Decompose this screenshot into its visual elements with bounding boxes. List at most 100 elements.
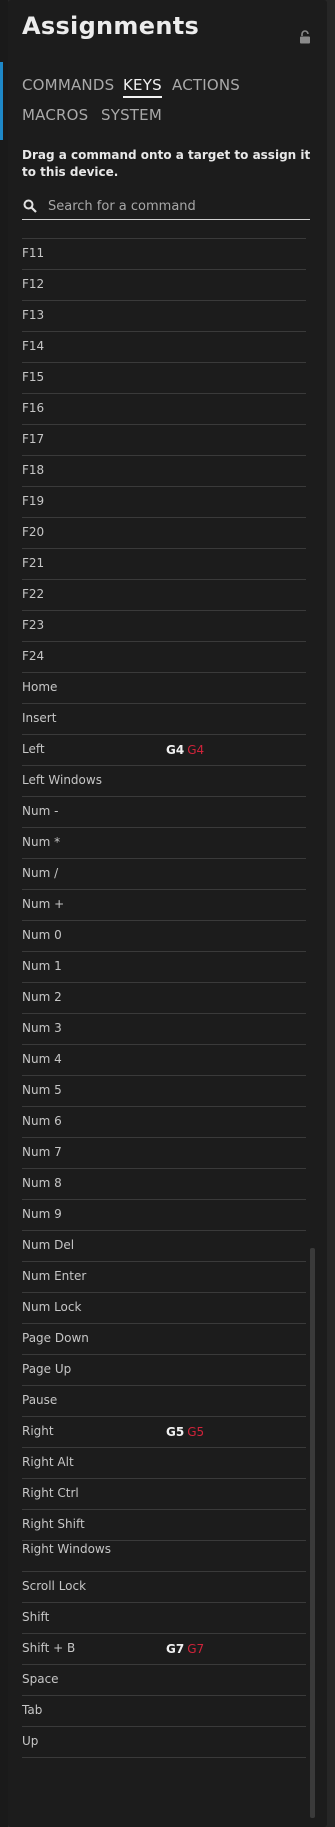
key-item[interactable]: F20 — [22, 518, 306, 549]
assignment-badge: G7 G7 — [166, 1642, 204, 1656]
key-item[interactable]: Num 7 — [22, 1138, 306, 1169]
key-item-label: Num 6 — [22, 1114, 62, 1128]
key-item[interactable]: F13 — [22, 301, 306, 332]
key-item[interactable]: Right Shift — [22, 1510, 306, 1541]
key-item-label: Space — [22, 1672, 59, 1686]
tab-macros[interactable]: MACROS — [22, 106, 88, 124]
key-item[interactable]: Right Ctrl — [22, 1479, 306, 1510]
key-item[interactable]: Right G5 G5 — [22, 1417, 306, 1448]
assigned-key-alt: G5 — [187, 1425, 205, 1439]
key-list: F11 F12 F13 F14 F15 F16 F17 F18 F19 F20 F21 F22 F23 F… — [22, 238, 306, 1758]
key-item-label: Num 9 — [22, 1207, 62, 1221]
assigned-key: G4 — [166, 743, 185, 757]
assigned-key: G7 — [166, 1642, 185, 1656]
instructions-text: Drag a command onto a target to assign i… — [22, 148, 311, 179]
key-item[interactable]: Num 1 — [22, 952, 306, 983]
scrollbar-thumb[interactable] — [310, 1248, 315, 1818]
key-item[interactable]: F23 — [22, 611, 306, 642]
key-item-label: Page Down — [22, 1331, 89, 1345]
key-item[interactable]: Home — [22, 673, 306, 704]
key-item-label: Num Lock — [22, 1300, 82, 1314]
key-item[interactable]: F22 — [22, 580, 306, 611]
key-item-label: Up — [22, 1734, 39, 1748]
key-item-label: F20 — [22, 525, 45, 539]
key-item[interactable]: F19 — [22, 487, 306, 518]
key-item-label: Right — [22, 1424, 54, 1438]
key-item[interactable]: Num 5 — [22, 1076, 306, 1107]
key-item-label: Tab — [22, 1703, 43, 1717]
unlock-icon[interactable] — [298, 30, 312, 44]
key-item-label: Insert — [22, 711, 57, 725]
key-item[interactable]: F18 — [22, 456, 306, 487]
key-item-label: F11 — [22, 246, 45, 260]
key-item[interactable]: Shift + B G7 G7 — [22, 1634, 306, 1665]
key-item[interactable]: Num * — [22, 828, 306, 859]
key-item[interactable]: Num 0 — [22, 921, 306, 952]
key-item-label: F24 — [22, 649, 45, 663]
key-item-label: F15 — [22, 370, 45, 384]
key-item-label: Left Windows — [22, 773, 102, 787]
key-item[interactable]: Num Enter — [22, 1262, 306, 1293]
key-item[interactable]: Right Alt — [22, 1448, 306, 1479]
tab-keys[interactable]: KEYS — [123, 76, 162, 98]
key-item[interactable]: Shift — [22, 1603, 306, 1634]
key-item[interactable]: F11 — [22, 239, 306, 270]
key-item-label: Page Up — [22, 1362, 72, 1376]
key-item[interactable]: Num + — [22, 890, 306, 921]
key-item-label: Right Shift — [22, 1517, 85, 1531]
assigned-key-alt: G7 — [187, 1642, 205, 1656]
assignment-badge: G5 G5 — [166, 1425, 204, 1439]
key-item-label: Right Windows — [22, 1542, 111, 1556]
key-item[interactable]: F24 — [22, 642, 306, 673]
key-item[interactable]: Up — [22, 1727, 306, 1758]
key-item[interactable]: Page Up — [22, 1355, 306, 1386]
key-item[interactable]: F21 — [22, 549, 306, 580]
key-item-label: Num 4 — [22, 1052, 62, 1066]
key-item[interactable]: Pause — [22, 1386, 306, 1417]
key-item-label: Num 7 — [22, 1145, 62, 1159]
key-item[interactable]: Tab — [22, 1696, 306, 1727]
key-item[interactable]: Scroll Lock — [22, 1572, 306, 1603]
key-item[interactable]: F17 — [22, 425, 306, 456]
key-item-label: F22 — [22, 587, 45, 601]
key-item[interactable]: Page Down — [22, 1324, 306, 1355]
key-item-label: F12 — [22, 277, 45, 291]
assignment-badge: G4 G4 — [166, 743, 204, 757]
key-item[interactable]: Num 4 — [22, 1045, 306, 1076]
key-item-label: Num / — [22, 866, 59, 880]
key-item-label: Shift + B — [22, 1641, 76, 1655]
tab-commands[interactable]: COMMANDS — [22, 76, 114, 94]
key-item-label: F14 — [22, 339, 45, 353]
key-item[interactable]: Num / — [22, 859, 306, 890]
key-item[interactable]: Left Windows — [22, 766, 306, 797]
key-item[interactable]: Num 3 — [22, 1014, 306, 1045]
key-item-label: F21 — [22, 556, 45, 570]
search-icon — [23, 199, 37, 213]
key-item[interactable]: Num 2 — [22, 983, 306, 1014]
key-item[interactable]: Num 6 — [22, 1107, 306, 1138]
key-item[interactable]: F12 — [22, 270, 306, 301]
tab-system[interactable]: SYSTEM — [101, 106, 162, 124]
key-item[interactable]: Num 9 — [22, 1200, 306, 1231]
search-input[interactable] — [48, 195, 303, 217]
key-item[interactable]: Num Lock — [22, 1293, 306, 1324]
key-item[interactable]: Insert — [22, 704, 306, 735]
key-item-label: Num + — [22, 897, 65, 911]
key-item-label: Num 5 — [22, 1083, 62, 1097]
key-item[interactable]: F15 — [22, 363, 306, 394]
assigned-key-alt: G4 — [187, 743, 205, 757]
key-item[interactable]: Num 8 — [22, 1169, 306, 1200]
key-item[interactable]: Right Windows — [22, 1541, 306, 1572]
key-item[interactable]: Num - — [22, 797, 306, 828]
key-item-label: Num * — [22, 835, 61, 849]
key-item[interactable]: F16 — [22, 394, 306, 425]
key-item[interactable]: Space — [22, 1665, 306, 1696]
key-item-label: Num 0 — [22, 928, 62, 942]
key-item[interactable]: Left G4 G4 — [22, 735, 306, 766]
tab-actions[interactable]: ACTIONS — [172, 76, 240, 94]
key-item[interactable]: Num Del — [22, 1231, 306, 1262]
key-item-label: Num 1 — [22, 959, 62, 973]
key-item-label: Num - — [22, 804, 59, 818]
key-item[interactable]: F14 — [22, 332, 306, 363]
panel-title: Assignments — [22, 12, 200, 40]
